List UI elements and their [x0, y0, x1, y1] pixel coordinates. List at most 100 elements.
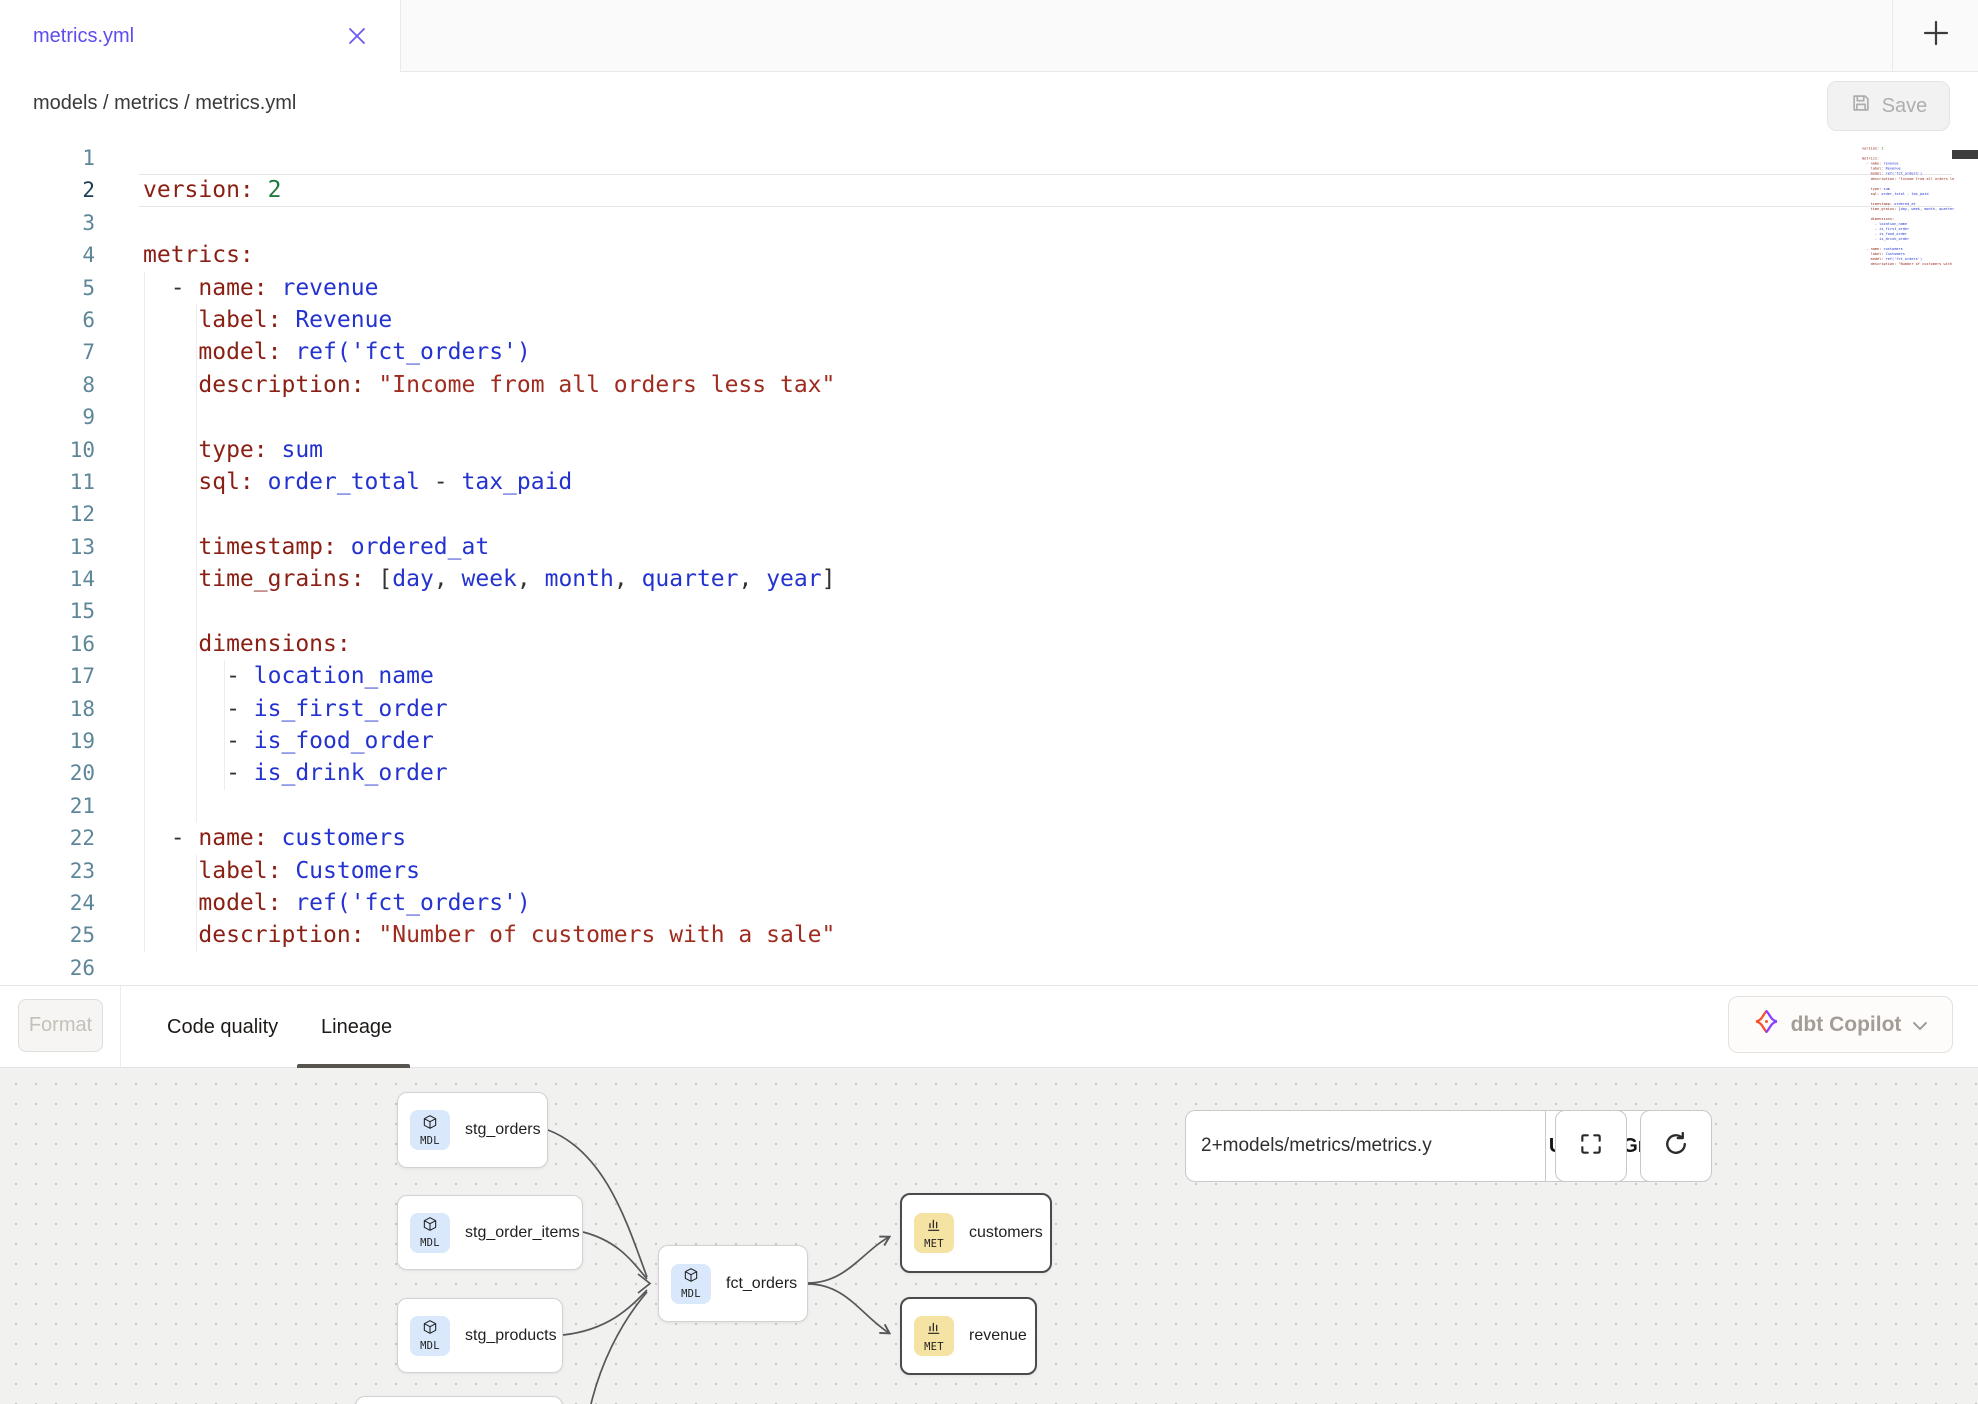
new-tab-button[interactable]: [1892, 0, 1978, 72]
code-line-11[interactable]: 11 sql: order_total - tax_paid: [0, 466, 1978, 498]
close-tab-icon[interactable]: [342, 21, 372, 51]
code-text: - name: customers: [143, 822, 406, 854]
code-line-26[interactable]: [1862, 267, 1954, 272]
save-icon: [1850, 92, 1872, 120]
tab-code-quality[interactable]: Code quality: [167, 986, 278, 1068]
editor-scrollbar[interactable]: [1952, 134, 1978, 985]
code-editor[interactable]: 12version: 234metrics:5 - name: revenue6…: [0, 134, 1978, 985]
line-number: 5: [0, 272, 95, 304]
code-line-13[interactable]: 13 timestamp: ordered_at: [0, 531, 1978, 563]
minimap-content: version: 2metrics: - name: revenue label…: [1862, 141, 1954, 272]
code-line-7[interactable]: 7 model: ref('fct_orders'): [0, 336, 1978, 368]
code-text: time_grains: [day, week, month, quarter,…: [143, 563, 835, 595]
line-number: 24: [0, 887, 95, 919]
code-line-6[interactable]: 6 label: Revenue: [0, 304, 1978, 336]
model-badge: MDL: [671, 1264, 711, 1304]
badge-label: MDL: [420, 1340, 440, 1352]
format-button[interactable]: Format: [18, 999, 103, 1052]
code-line-10[interactable]: 10 type: sum: [0, 434, 1978, 466]
code-line-21[interactable]: 21: [0, 790, 1978, 822]
code-line-1[interactable]: 1: [0, 142, 1978, 174]
lineage-node-partial_node[interactable]: [355, 1396, 563, 1404]
badge-label: MET: [924, 1341, 944, 1353]
code-line-15[interactable]: 15: [0, 595, 1978, 627]
bar-chart-icon: [926, 1320, 942, 1341]
code-line-22[interactable]: 22 - name: customers: [0, 822, 1978, 854]
dbt-copilot-label: dbt Copilot: [1791, 1013, 1902, 1037]
line-number: 3: [0, 207, 95, 239]
tab-label: metrics.yml: [33, 25, 134, 48]
code-line-4[interactable]: 4metrics:: [0, 239, 1978, 271]
bar-chart-icon: [926, 1217, 942, 1238]
overview-ruler-cursor-marker: [1952, 150, 1978, 159]
code-text: timestamp: ordered_at: [143, 531, 489, 563]
tab-metrics-yml[interactable]: metrics.yml: [0, 0, 400, 72]
toolbar-divider: [120, 986, 121, 1068]
code-line-17[interactable]: 17 - location_name: [0, 660, 1978, 692]
code-line-16[interactable]: 16 dimensions:: [0, 628, 1978, 660]
refresh-graph-button[interactable]: [1640, 1110, 1712, 1182]
code-line-2[interactable]: 2version: 2: [0, 174, 1978, 206]
save-button[interactable]: Save: [1827, 81, 1950, 131]
line-number: 25: [0, 919, 95, 951]
line-number: 22: [0, 822, 95, 854]
badge-label: MDL: [420, 1237, 440, 1249]
line-number: 14: [0, 563, 95, 595]
fullscreen-button[interactable]: [1555, 1110, 1627, 1182]
line-number: 2: [0, 174, 95, 206]
code-line-26[interactable]: 26: [0, 952, 1978, 984]
lineage-node-fct_orders[interactable]: MDLfct_orders: [658, 1245, 808, 1322]
lineage-node-stg_orders[interactable]: MDLstg_orders: [397, 1092, 548, 1168]
cube-icon: [683, 1267, 699, 1288]
code-line-20[interactable]: 20 - is_drink_order: [0, 757, 1978, 789]
node-label: stg_order_items: [465, 1224, 580, 1242]
bottom-toolbar: Format Code quality Lineage dbt Copilot: [0, 985, 1978, 1068]
code-line-23[interactable]: 23 label: Customers: [0, 855, 1978, 887]
line-number: 19: [0, 725, 95, 757]
code-line-12[interactable]: 12: [0, 498, 1978, 530]
code-line-25[interactable]: 25 description: "Number of customers wit…: [0, 919, 1978, 951]
code-text: description: "Income from all orders les…: [143, 369, 835, 401]
cube-icon: [422, 1319, 438, 1340]
refresh-icon: [1662, 1130, 1690, 1163]
line-number: 23: [0, 855, 95, 887]
line-number: 6: [0, 304, 95, 336]
code-line-24[interactable]: 24 model: ref('fct_orders'): [0, 887, 1978, 919]
code-text: label: Customers: [143, 855, 420, 887]
badge-label: MDL: [681, 1288, 701, 1300]
line-number: 16: [0, 628, 95, 660]
lineage-node-stg_order_items[interactable]: MDL stg_order_items: [397, 1195, 583, 1270]
code-text: sql: order_total - tax_paid: [143, 466, 572, 498]
minimap[interactable]: version: 2metrics: - name: revenue label…: [1862, 141, 1954, 371]
code-text: - is_first_order: [143, 693, 448, 725]
lineage-node-revenue[interactable]: METrevenue: [900, 1297, 1037, 1375]
dbt-copilot-button[interactable]: dbt Copilot: [1728, 996, 1953, 1053]
lineage-selector-group: [1185, 1110, 1545, 1182]
code-text: label: Revenue: [143, 304, 392, 336]
cube-icon: [422, 1114, 438, 1135]
ide-window: metrics.yml models / metrics / metrics.y…: [0, 0, 1978, 1404]
code-text: - is_food_order: [143, 725, 434, 757]
code-line-9[interactable]: 9: [0, 401, 1978, 433]
lineage-selector-input[interactable]: [1186, 1135, 1545, 1157]
code-line-18[interactable]: 18 - is_first_order: [0, 693, 1978, 725]
code-line-8[interactable]: 8 description: "Income from all orders l…: [0, 369, 1978, 401]
line-number: 15: [0, 595, 95, 627]
code-text: - location_name: [143, 660, 434, 692]
file-header-row: models / metrics / metrics.yml Save: [0, 72, 1978, 134]
node-label: stg_orders: [465, 1121, 541, 1139]
metric-badge: MET: [914, 1316, 954, 1356]
code-line-5[interactable]: 5 - name: revenue: [0, 272, 1978, 304]
code-quality-label: Code quality: [167, 1016, 278, 1039]
code-line-14[interactable]: 14 time_grains: [day, week, month, quart…: [0, 563, 1978, 595]
code-text: description: "Number of customers with a…: [143, 919, 835, 951]
tab-bar: metrics.yml: [0, 0, 1978, 72]
lineage-node-stg_products[interactable]: MDLstg_products: [397, 1298, 563, 1373]
badge-label: MET: [924, 1238, 944, 1250]
lineage-canvas[interactable]: MDLstg_ordersMDLstg_order_itemsMDLstg_pr…: [0, 1068, 1978, 1404]
code-line-3[interactable]: 3: [0, 207, 1978, 239]
lineage-node-customers[interactable]: METcustomers: [900, 1193, 1052, 1273]
tab-lineage[interactable]: Lineage: [321, 986, 392, 1068]
line-number: 17: [0, 660, 95, 692]
code-line-19[interactable]: 19 - is_food_order: [0, 725, 1978, 757]
